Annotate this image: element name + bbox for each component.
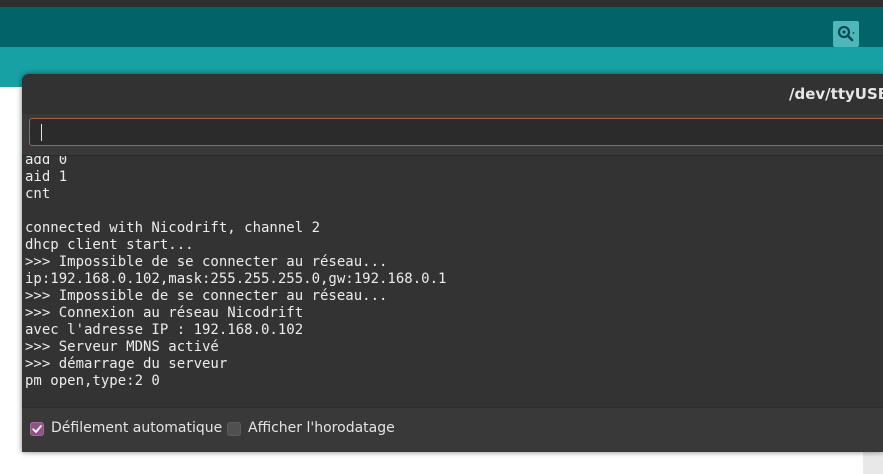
ide-toolbar (0, 7, 883, 47)
output-line: ip:192.168.0.102,mask:255.255.255.0,gw:1… (25, 271, 447, 287)
serial-output[interactable]: add 0 aid 1 cnt connected with Nicodrift… (22, 155, 883, 408)
output-line: cnt (25, 186, 51, 202)
output-line: avec l'adresse IP : 192.168.0.102 (25, 322, 304, 338)
timestamp-checkbox[interactable] (227, 422, 241, 436)
window-titlebar[interactable]: /dev/ttyUSB0 (22, 74, 883, 114)
timestamp-label[interactable]: Afficher l'horodatage (248, 420, 395, 436)
window-title: /dev/ttyUSB0 (789, 85, 883, 103)
output-line: pm open,type:2 0 (25, 373, 160, 389)
output-line: >>> démarrage du serveur (25, 356, 228, 372)
autoscroll-checkbox[interactable] (30, 422, 44, 436)
magnifier-icon (837, 25, 855, 42)
serial-monitor-window: /dev/ttyUSB0 add 0 aid 1 cnt connected w… (22, 74, 883, 452)
output-line: aid 1 (25, 169, 68, 185)
checkmark-icon (32, 425, 42, 433)
output-line: >>> Impossible de se connecter au réseau… (25, 288, 388, 304)
desktop: /dev/ttyUSB0 add 0 aid 1 cnt connected w… (0, 0, 883, 474)
autoscroll-label[interactable]: Défilement automatique (51, 420, 222, 436)
send-input[interactable] (29, 118, 883, 146)
output-line: >>> Impossible de se connecter au réseau… (25, 254, 388, 270)
output-line: add 0 (25, 155, 68, 168)
output-line: >>> Serveur MDNS activé (25, 339, 219, 355)
output-line: dhcp client start... (25, 237, 194, 253)
options-bar: Défilement automatique Afficher l'horoda… (22, 407, 883, 452)
send-bar (22, 114, 883, 155)
ide-menubar-edge (0, 0, 883, 7)
text-caret (41, 124, 42, 141)
output-line: >>> Connexion au réseau Nicodrift (25, 305, 304, 321)
output-line: connected with Nicodrift, channel 2 (25, 220, 321, 236)
serial-monitor-button[interactable] (833, 21, 859, 47)
